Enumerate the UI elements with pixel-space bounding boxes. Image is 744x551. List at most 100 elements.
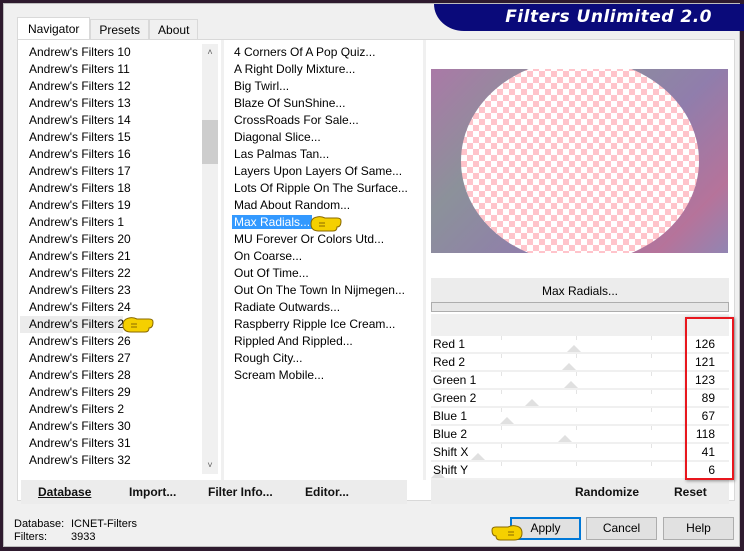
filter-item[interactable]: Raspberry Ripple Ice Cream... [226,316,426,333]
category-item[interactable]: Andrew's Filters 29 [20,384,204,401]
category-item-label: Andrew's Filters 16 [29,147,131,161]
category-item[interactable]: Andrew's Filters 12 [20,78,204,95]
category-item[interactable]: Andrew's Filters 22 [20,265,204,282]
filter-item[interactable]: Layers Upon Layers Of Same... [226,163,426,180]
category-item-label: Andrew's Filters 32 [29,453,131,467]
parameter-label: Blue 2 [433,427,468,441]
category-item[interactable]: Andrew's Filters 15 [20,129,204,146]
category-item[interactable]: Andrew's Filters 19 [20,197,204,214]
help-button[interactable]: Help [663,517,734,540]
slider-tick [501,372,502,376]
reset-button[interactable]: Reset [674,485,707,499]
category-item[interactable]: Andrew's Filters 18 [20,180,204,197]
filter-item[interactable]: Mad About Random... [226,197,426,214]
slider-thumb[interactable] [567,345,582,352]
parameter-label: Red 2 [433,355,466,369]
category-item[interactable]: Andrew's Filters 33 [20,469,204,472]
filter-item[interactable]: Out Of Time... [226,265,426,282]
category-item[interactable]: Andrew's Filters 16 [20,146,204,163]
filter-item[interactable]: Diagonal Slice... [226,129,426,146]
parameter-label: Red 1 [433,337,466,351]
slider-thumb[interactable] [563,381,578,388]
editor-button[interactable]: Editor... [305,485,349,499]
scroll-down-arrow-icon[interactable]: ˅ [202,457,218,474]
slider-tick [501,390,502,394]
filter-item[interactable]: Rippled And Rippled... [226,333,426,350]
slider-tick [651,444,652,448]
filter-item[interactable]: Big Twirl... [226,78,426,95]
category-item[interactable]: Andrew's Filters 1 [20,214,204,231]
status-area: Database: ICNET-Filters Filters: 3933 [14,518,137,544]
slider-tick [576,408,577,412]
category-item[interactable]: Andrew's Filters 10 [20,44,204,61]
navigator-toolbar: Database Import... Filter Info... Editor… [21,480,407,504]
database-button[interactable]: Database [38,485,91,499]
category-item[interactable]: Andrew's Filters 28 [20,367,204,384]
randomize-button[interactable]: Randomize [575,485,639,499]
filter-item[interactable]: MU Forever Or Colors Utd... [226,231,426,248]
category-item[interactable]: Andrew's Filters 32 [20,452,204,469]
slider-tick [501,426,502,430]
category-item-label: Andrew's Filters 31 [29,436,131,450]
filter-item-label: Mad About Random... [234,198,351,212]
category-item-label: Andrew's Filters 33 [29,470,131,472]
filter-item[interactable]: A Right Dolly Mixture... [226,61,426,78]
filter-item[interactable]: Lots Of Ripple On The Surface... [226,180,426,197]
filter-item-label: Radiate Outwards... [234,300,341,314]
slider-tick [501,336,502,340]
filter-item-label: Raspberry Ripple Ice Cream... [234,317,396,331]
slider-tick [651,408,652,412]
category-item[interactable]: Andrew's Filters 27 [20,350,204,367]
category-item-label: Andrew's Filters 23 [29,283,131,297]
slider-thumb[interactable] [525,399,540,406]
slider-tick [651,462,652,466]
category-scrollbar[interactable]: ˄ ˅ [202,44,218,474]
slider-thumb[interactable] [500,417,515,424]
category-item[interactable]: Andrew's Filters 25 [20,316,131,333]
filter-item-label: On Coarse... [234,249,303,263]
slider-thumb[interactable] [561,363,576,370]
filter-item[interactable]: On Coarse... [226,248,426,265]
cancel-button[interactable]: Cancel [586,517,657,540]
scroll-up-arrow-icon[interactable]: ˄ [202,44,218,61]
filter-item-label: Rippled And Rippled... [234,334,353,348]
category-item[interactable]: Andrew's Filters 26 [20,333,204,350]
filter-name-button[interactable]: Max Radials... [431,278,729,304]
filter-item[interactable]: Scream Mobile... [226,367,426,384]
category-item[interactable]: Andrew's Filters 13 [20,95,204,112]
category-item[interactable]: Andrew's Filters 31 [20,435,204,452]
filter-item[interactable]: Rough City... [226,350,426,367]
filter-item[interactable]: CrossRoads For Sale... [226,112,426,129]
slider-tick [501,444,502,448]
category-item[interactable]: Andrew's Filters 17 [20,163,204,180]
filter-list[interactable]: 4 Corners Of A Pop Quiz... A Right Dolly … [226,44,426,384]
filter-item[interactable]: 4 Corners Of A Pop Quiz... [226,44,426,61]
category-item[interactable]: Andrew's Filters 11 [20,61,204,78]
tab-about[interactable]: About [149,19,199,40]
import-button[interactable]: Import... [129,485,176,499]
category-item[interactable]: Andrew's Filters 30 [20,418,204,435]
category-item[interactable]: Andrew's Filters 21 [20,248,204,265]
category-item[interactable]: Andrew's Filters 14 [20,112,204,129]
filter-item[interactable]: Blaze Of SunShine... [226,95,426,112]
category-item-label: Andrew's Filters 28 [29,368,131,382]
slider-thumb[interactable] [558,435,573,442]
category-item[interactable]: Andrew's Filters 2 [20,401,204,418]
preview-image [431,69,728,253]
category-list[interactable]: Andrew's Filters 10 Andrew's Filters 11 An… [20,44,204,472]
filter-info-button[interactable]: Filter Info... [208,485,273,499]
tab-presets[interactable]: Presets [90,19,150,40]
category-item-label: Andrew's Filters 24 [29,300,131,314]
slider-tick [576,390,577,394]
category-item[interactable]: Andrew's Filters 24 [20,299,204,316]
filter-item-label: CrossRoads For Sale... [234,113,359,127]
category-item[interactable]: Andrew's Filters 23 [20,282,204,299]
filter-item[interactable]: Las Palmas Tan... [226,146,426,163]
filter-item[interactable]: Out On The Town In Nijmegen... [226,282,426,299]
filter-item[interactable]: Radiate Outwards... [226,299,426,316]
scrollbar-thumb[interactable] [202,120,218,164]
category-item[interactable]: Andrew's Filters 20 [20,231,204,248]
slider-thumb[interactable] [470,453,485,460]
category-item-label: Andrew's Filters 17 [29,164,131,178]
tab-navigator[interactable]: Navigator [17,17,91,40]
